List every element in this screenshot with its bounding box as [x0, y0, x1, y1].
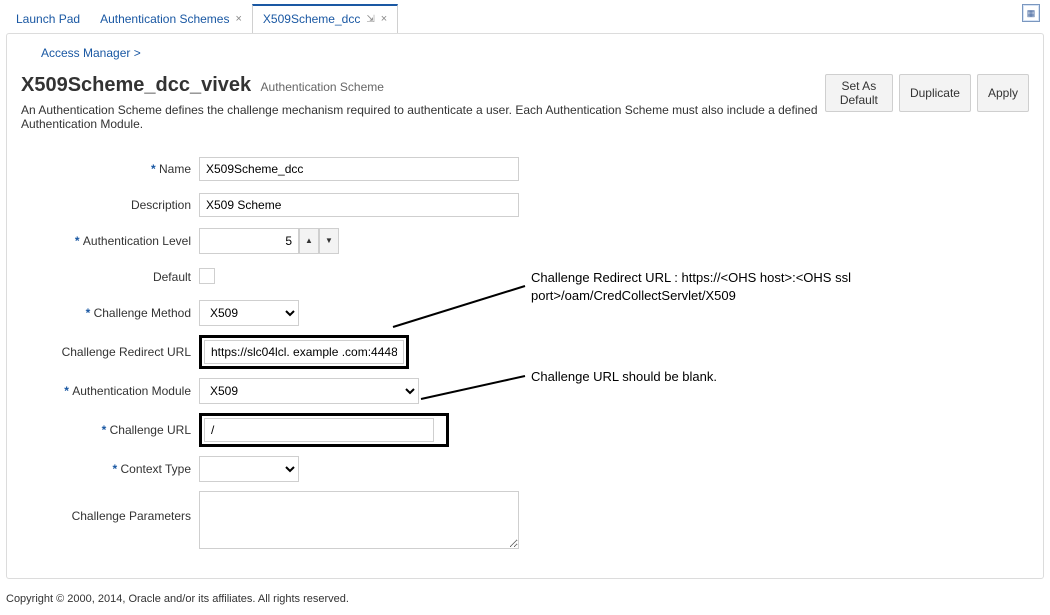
- default-checkbox[interactable]: [199, 268, 215, 284]
- page-title: X509Scheme_dcc_vivek: [21, 74, 251, 96]
- annotation-blank: Challenge URL should be blank.: [531, 368, 717, 386]
- pin-icon[interactable]: ⇲: [366, 14, 374, 25]
- tab-label: Authentication Schemes: [100, 12, 229, 26]
- close-icon[interactable]: ×: [381, 13, 387, 25]
- page-subtitle: Authentication Scheme: [261, 80, 384, 94]
- close-icon[interactable]: ×: [235, 13, 241, 25]
- challenge-redirect-url-label: Challenge Redirect URL: [21, 345, 199, 359]
- tab-x509scheme-dcc[interactable]: X509Scheme_dcc ⇲ ×: [252, 4, 398, 34]
- tab-label: X509Scheme_dcc: [263, 12, 360, 26]
- challenge-url-highlight: [199, 413, 449, 447]
- context-type-select[interactable]: [199, 456, 299, 482]
- footer-copyright: Copyright © 2000, 2014, Oracle and/or it…: [0, 585, 1050, 615]
- tab-authentication-schemes[interactable]: Authentication Schemes ×: [90, 6, 252, 33]
- action-buttons: Set As Default Duplicate Apply: [825, 74, 1029, 112]
- challenge-url-input[interactable]: [204, 418, 434, 442]
- calendar-icon[interactable]: ▦: [1022, 4, 1040, 22]
- annotation-redirect: Challenge Redirect URL : https://<OHS ho…: [531, 269, 851, 304]
- context-type-label: Context Type: [21, 462, 199, 476]
- name-input[interactable]: [199, 157, 519, 181]
- breadcrumb[interactable]: Access Manager >: [41, 46, 1029, 60]
- challenge-url-label: Challenge URL: [21, 423, 199, 437]
- default-label: Default: [21, 270, 199, 284]
- set-as-default-button[interactable]: Set As Default: [825, 74, 893, 112]
- auth-level-label: Authentication Level: [21, 234, 199, 248]
- auth-module-select[interactable]: X509: [199, 378, 419, 404]
- challenge-redirect-url-highlight: [199, 335, 409, 369]
- auth-module-label: Authentication Module: [21, 384, 199, 398]
- spinner-up-icon[interactable]: ▲: [299, 228, 319, 254]
- spinner-down-icon[interactable]: ▼: [319, 228, 339, 254]
- challenge-method-select[interactable]: X509: [199, 300, 299, 326]
- challenge-params-textarea[interactable]: [199, 491, 519, 549]
- challenge-method-label: Challenge Method: [21, 306, 199, 320]
- apply-button[interactable]: Apply: [977, 74, 1029, 112]
- description-input[interactable]: [199, 193, 519, 217]
- tab-label: Launch Pad: [16, 12, 80, 26]
- tab-launch-pad[interactable]: Launch Pad: [6, 6, 90, 33]
- duplicate-button[interactable]: Duplicate: [899, 74, 971, 112]
- name-label: Name: [21, 162, 199, 176]
- challenge-params-label: Challenge Parameters: [21, 491, 199, 523]
- challenge-redirect-url-input[interactable]: [204, 340, 404, 364]
- description-label: Description: [21, 198, 199, 212]
- auth-scheme-form: Name Description Authentication Level ▲ …: [21, 155, 1029, 552]
- auth-level-input[interactable]: [199, 228, 299, 254]
- page-description: An Authentication Scheme defines the cha…: [21, 103, 825, 131]
